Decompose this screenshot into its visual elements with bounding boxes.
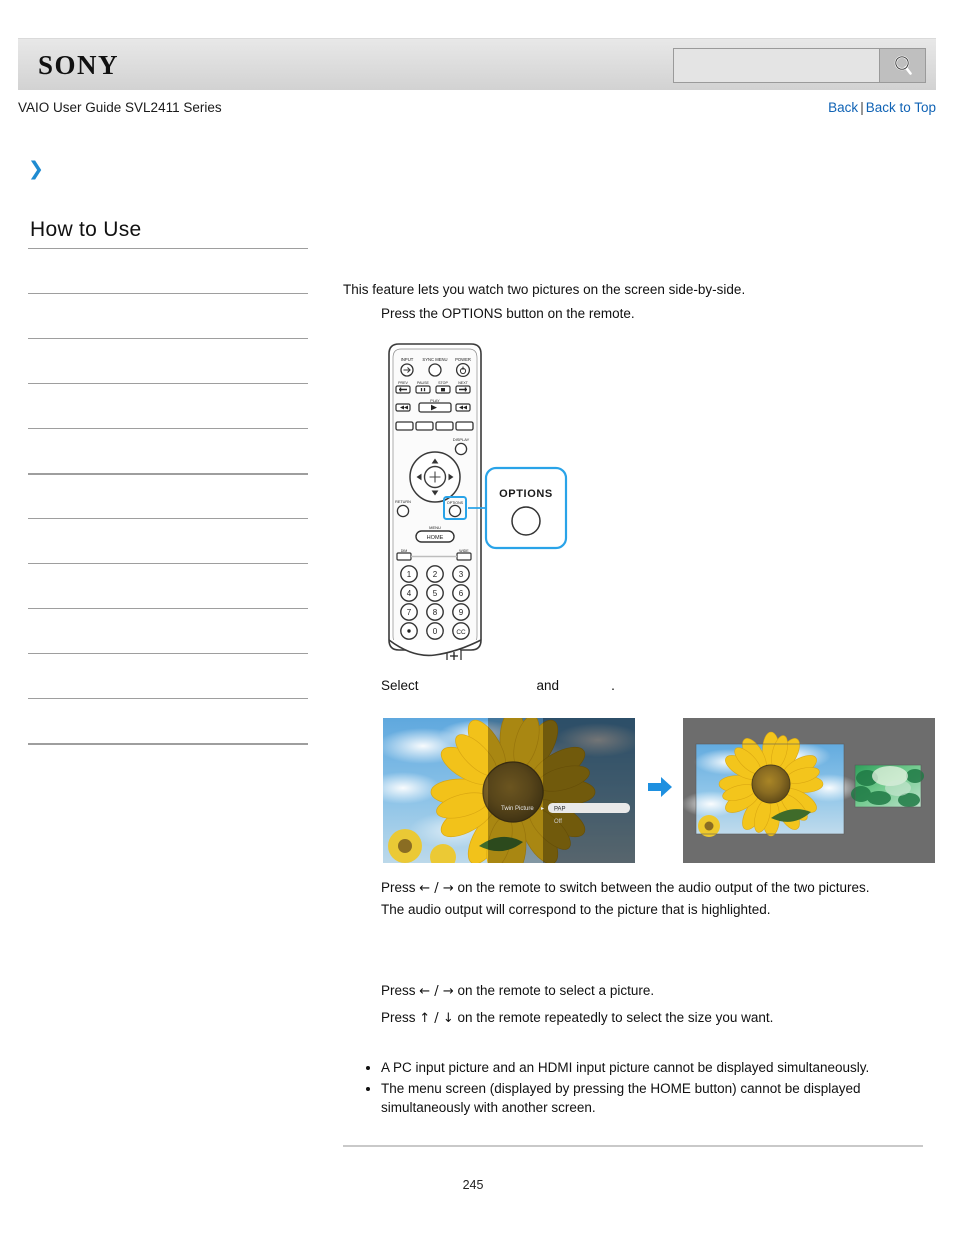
picture-size-note: Press ← / → on the remote to select a pi… xyxy=(381,978,773,1032)
step-press-options: Press the OPTIONS button on the remote. xyxy=(381,306,635,321)
site-header: SONY xyxy=(18,38,936,90)
footer-divider xyxy=(343,1145,923,1147)
svg-text:4: 4 xyxy=(407,589,412,598)
sidebar-title: How to Use xyxy=(30,218,142,241)
svg-text:6: 6 xyxy=(459,589,464,598)
transition-arrow xyxy=(646,773,674,801)
left-right-arrow-icon-2: ← / → xyxy=(419,984,454,999)
search-box[interactable] xyxy=(673,48,926,83)
svg-text:OPTIONS: OPTIONS xyxy=(499,488,553,500)
sidebar-item-3[interactable] xyxy=(28,383,308,428)
audio-note-line-1: Press ← / → on the remote to switch betw… xyxy=(381,878,870,900)
svg-text:▸: ▸ xyxy=(541,806,544,812)
svg-text:POWER: POWER xyxy=(455,357,471,362)
svg-text:CC: CC xyxy=(456,629,466,636)
svg-text:OPTIONS: OPTIONS xyxy=(447,501,464,505)
search-input[interactable] xyxy=(674,49,879,82)
svg-text:9: 9 xyxy=(459,608,464,617)
select-prefix: Select xyxy=(381,678,419,693)
svg-text:MENU: MENU xyxy=(429,525,441,530)
audio-note-line-2: The audio output will correspond to the … xyxy=(381,901,771,917)
search-button[interactable] xyxy=(879,49,925,82)
step-select-line: Select and. xyxy=(381,678,615,693)
off-option-label: Off xyxy=(554,819,562,825)
svg-text:PREV: PREV xyxy=(398,381,408,385)
sidebar-item-4[interactable] xyxy=(28,428,308,473)
back-to-top-link[interactable]: Back to Top xyxy=(866,100,936,115)
search-icon xyxy=(894,55,912,75)
header-nav-links: Back | Back to Top xyxy=(828,100,936,115)
left-right-arrow-icon: ← / → xyxy=(419,881,454,896)
svg-text:2: 2 xyxy=(433,570,438,579)
svg-text:INPUT: INPUT xyxy=(401,357,414,362)
sidebar-item-8[interactable] xyxy=(28,608,308,653)
svg-text:STOP: STOP xyxy=(438,381,448,385)
intro-paragraph: This feature lets you watch two pictures… xyxy=(343,282,746,297)
svg-text:0: 0 xyxy=(433,627,438,636)
size-note-2-suffix: on the remote repeatedly to select the s… xyxy=(457,1010,774,1025)
size-note-line-2: Press ↑ / ↓ on the remote repeatedly to … xyxy=(381,1005,773,1032)
list-item: The menu screen (displayed by pressing t… xyxy=(381,1079,923,1118)
sony-logo: SONY xyxy=(38,50,120,80)
back-link[interactable]: Back xyxy=(828,100,858,115)
subheader: VAIO User Guide SVL2411 Series Back | Back… xyxy=(18,100,936,122)
page-number: 245 xyxy=(462,1178,484,1192)
audio-output-note: Press ← / → on the remote to switch betw… xyxy=(381,878,870,920)
sidebar-item-9[interactable] xyxy=(28,653,308,698)
svg-text:PAUSE: PAUSE xyxy=(417,381,430,385)
sidebar-bottom-rule xyxy=(28,743,308,745)
screenshot-before: Twin Picture ▸ PAP Off xyxy=(383,718,635,863)
svg-text:1: 1 xyxy=(407,570,412,579)
sidebar-nav-list xyxy=(28,248,308,745)
svg-text:5: 5 xyxy=(433,589,438,598)
select-suffix: . xyxy=(611,678,615,693)
right-arrow-icon xyxy=(648,777,672,797)
sidebar-item-1[interactable] xyxy=(28,293,308,338)
restrictions-list: A PC input picture and an HDMI input pic… xyxy=(359,1058,923,1119)
svg-text:RETURN: RETURN xyxy=(395,500,411,504)
list-item: A PC input picture and an HDMI input pic… xyxy=(381,1058,923,1078)
sidebar-item-7[interactable] xyxy=(28,563,308,608)
up-down-arrow-icon: ↑ / ↓ xyxy=(419,1011,454,1026)
screenshot-comparison-figure: Twin Picture ▸ PAP Off xyxy=(383,718,935,863)
sidebar-item-5[interactable] xyxy=(28,473,308,518)
select-mid: and xyxy=(536,678,560,693)
size-note-2-prefix: Press xyxy=(381,1010,416,1025)
nav-separator: | xyxy=(860,100,864,115)
svg-text:7: 7 xyxy=(407,608,412,617)
svg-text:SYNC MENU: SYNC MENU xyxy=(422,357,447,362)
sidebar-item-0[interactable] xyxy=(28,248,308,293)
svg-text:NEXT: NEXT xyxy=(458,381,468,385)
svg-text:HOME: HOME xyxy=(427,535,444,541)
svg-text:DISPLAY: DISPLAY xyxy=(453,437,470,442)
screenshot-after xyxy=(683,718,935,863)
remote-control-figure: INPUT SYNC MENU POWER PREV PAUSE STOP NE… xyxy=(383,340,583,666)
audio-note-prefix: Press xyxy=(381,880,416,895)
sidebar-item-10[interactable] xyxy=(28,698,308,743)
pap-option-label: PAP xyxy=(554,807,566,813)
svg-text:3: 3 xyxy=(459,570,464,579)
sidebar-item-6[interactable] xyxy=(28,518,308,563)
size-note-1-suffix: on the remote to select a picture. xyxy=(457,983,655,998)
size-note-1-prefix: Press xyxy=(381,983,416,998)
size-note-line-1: Press ← / → on the remote to select a pi… xyxy=(381,978,773,1005)
twin-picture-menu-label: Twin Picture xyxy=(501,806,534,812)
svg-text:8: 8 xyxy=(433,608,438,617)
chevron-right-icon[interactable]: ❯ xyxy=(28,160,48,180)
sidebar-item-2[interactable] xyxy=(28,338,308,383)
audio-note-suffix: on the remote to switch between the audi… xyxy=(457,880,870,895)
guide-title: VAIO User Guide SVL2411 Series xyxy=(18,100,222,115)
